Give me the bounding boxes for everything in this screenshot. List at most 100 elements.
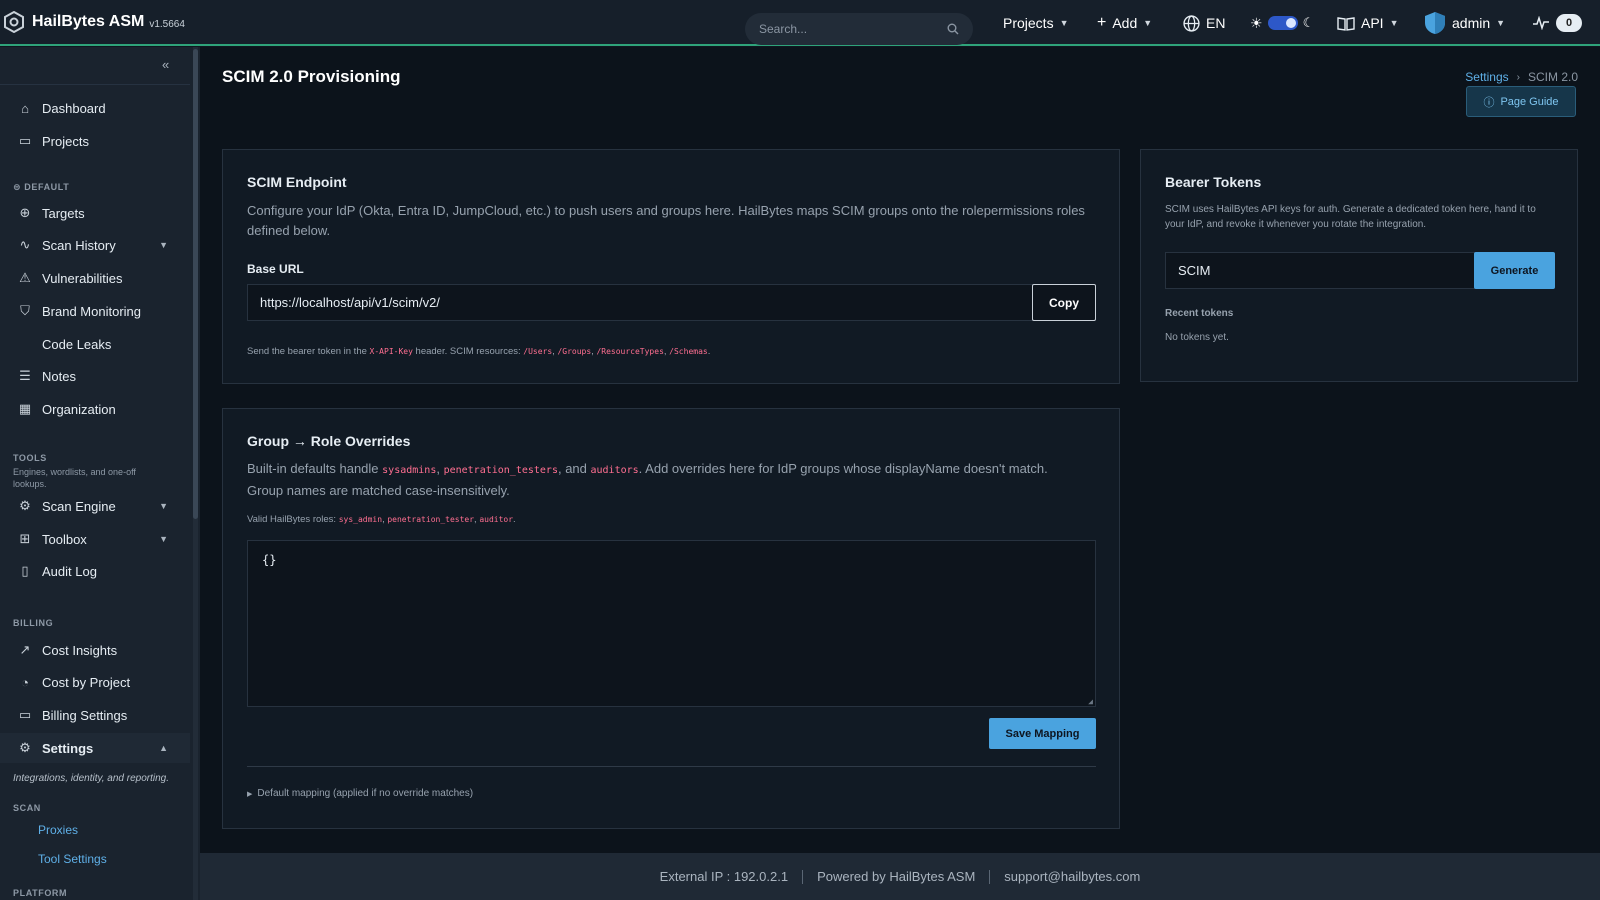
notification-count-badge: 0 bbox=[1556, 14, 1582, 32]
scim-endpoint-card: SCIM Endpoint Configure your IdP (Okta, … bbox=[222, 149, 1120, 384]
sidebar-item-label: Toolbox bbox=[42, 531, 87, 547]
copy-button[interactable]: Copy bbox=[1032, 284, 1096, 321]
activity-notifications[interactable]: 0 bbox=[1532, 0, 1582, 46]
sidebar-item-label: Targets bbox=[42, 205, 85, 221]
bearer-tokens-description: SCIM uses HailBytes API keys for auth. G… bbox=[1165, 204, 1536, 230]
help-header-code: X-API-Key bbox=[369, 347, 413, 356]
search-input[interactable] bbox=[759, 22, 929, 36]
sidebar-item-brand-monitoring[interactable]: ⛉ Brand Monitoring bbox=[0, 296, 190, 326]
sidebar-item-projects[interactable]: ▭ Projects bbox=[0, 126, 190, 156]
resource-code: /Schemas bbox=[669, 347, 708, 356]
generate-token-button[interactable]: Generate bbox=[1474, 252, 1555, 289]
footer: External IP : 192.0.2.1 Powered by HailB… bbox=[200, 853, 1600, 900]
chevron-down-icon: ▼ bbox=[1059, 18, 1069, 28]
chevron-down-icon: ▼ bbox=[159, 240, 168, 250]
moon-icon: ☾ bbox=[1302, 15, 1315, 30]
api-menu-label: API bbox=[1361, 15, 1384, 31]
crosshair-icon: ⊕ bbox=[19, 205, 31, 220]
role-mapping-textarea[interactable]: {} ◢ bbox=[247, 540, 1096, 707]
sidebar-scrollbar-thumb[interactable] bbox=[193, 49, 198, 519]
chevron-right-icon: › bbox=[1516, 71, 1520, 83]
sidebar-item-notes[interactable]: ☰ Notes bbox=[0, 361, 190, 391]
main-content: SCIM 2.0 Provisioning Settings › SCIM 2.… bbox=[200, 47, 1600, 853]
role-overrides-card: Group → Role Overrides Built-in defaults… bbox=[222, 408, 1120, 829]
language-menu[interactable]: EN bbox=[1183, 0, 1225, 46]
theme-toggle[interactable] bbox=[1267, 16, 1298, 30]
sidebar-item-dashboard[interactable]: ⌂ Dashboard bbox=[0, 93, 190, 123]
sidebar-subitem-proxies[interactable]: Proxies bbox=[38, 823, 78, 837]
sidebar-section-default: ⊜ DEFAULT bbox=[13, 182, 69, 193]
resource-code: /Groups bbox=[557, 347, 592, 356]
sidebar-item-scan-history[interactable]: ∿ Scan History ▼ bbox=[0, 230, 190, 260]
activity-icon: ∿ bbox=[19, 237, 31, 252]
breadcrumb-settings-link[interactable]: Settings bbox=[1465, 70, 1508, 84]
page-title: SCIM 2.0 Provisioning bbox=[222, 67, 401, 86]
sidebar-item-toolbox[interactable]: ⊞ Toolbox ▼ bbox=[0, 524, 190, 554]
token-name-input[interactable]: SCIM bbox=[1165, 252, 1475, 289]
building-icon: ▦ bbox=[18, 401, 32, 416]
brand[interactable]: HailBytes ASM v1.5664 bbox=[0, 11, 200, 33]
user-name: admin bbox=[1452, 15, 1491, 31]
endpoint-help-text: Send the bearer token in the X-API-Key h… bbox=[247, 346, 711, 357]
user-menu[interactable]: admin ▼ bbox=[1424, 0, 1505, 46]
chevron-down-icon: ▼ bbox=[159, 534, 168, 544]
recent-tokens-label: Recent tokens bbox=[1165, 308, 1234, 319]
sidebar: « ⌂ Dashboard ▭ Projects ⊜ DEFAULT ⊕ Tar… bbox=[0, 47, 200, 900]
base-url-field[interactable]: https://localhost/api/v1/scim/v2/ bbox=[247, 284, 1033, 321]
desc-part: Built-in defaults handle bbox=[247, 461, 379, 476]
collapse-sidebar-icon[interactable]: « bbox=[162, 57, 169, 72]
resource-code: /Users bbox=[523, 347, 553, 356]
card-icon: ▭ bbox=[18, 707, 32, 722]
globe-icon bbox=[1183, 14, 1200, 32]
card-divider bbox=[247, 766, 1096, 767]
avatar-shield-icon bbox=[1425, 12, 1445, 34]
sidebar-item-label: Organization bbox=[42, 401, 116, 417]
chevron-down-icon: ▼ bbox=[1389, 18, 1399, 28]
chevron-up-icon: ▲ bbox=[159, 743, 168, 753]
api-menu[interactable]: API ▼ bbox=[1337, 0, 1399, 46]
chevron-down-icon: ▼ bbox=[159, 501, 168, 511]
sidebar-item-label: Audit Log bbox=[42, 563, 97, 579]
add-menu[interactable]: + Add ▼ bbox=[1097, 0, 1152, 46]
sidebar-item-label: Code Leaks bbox=[42, 336, 112, 352]
sidebar-item-cost-insights[interactable]: ↗ Cost Insights bbox=[0, 635, 190, 665]
grid-icon: ⊞ bbox=[19, 531, 31, 546]
sidebar-item-cost-by-project[interactable]: ◔ Cost by Project bbox=[0, 667, 190, 697]
bearer-tokens-card: Bearer Tokens SCIM uses HailBytes API ke… bbox=[1140, 149, 1578, 382]
theme-switch[interactable]: ☀ ☾ bbox=[1250, 0, 1314, 46]
breadcrumb-current: SCIM 2.0 bbox=[1527, 70, 1578, 84]
support-email-link[interactable]: support@hailbytes.com bbox=[1004, 869, 1140, 884]
role-overrides-description: Built-in defaults handle sysadmins, pene… bbox=[247, 461, 1048, 498]
app-version: v1.5664 bbox=[149, 18, 185, 30]
projects-menu[interactable]: Projects ▼ bbox=[1003, 0, 1069, 46]
sidebar-item-audit-log[interactable]: ▯ Audit Log bbox=[0, 556, 190, 586]
sidebar-item-label: Dashboard bbox=[42, 100, 106, 116]
search-box[interactable] bbox=[745, 13, 973, 45]
sidebar-item-billing-settings[interactable]: ▭ Billing Settings bbox=[0, 700, 190, 730]
layers-icon: ⊜ bbox=[13, 182, 22, 192]
save-mapping-button[interactable]: Save Mapping bbox=[989, 718, 1096, 749]
powered-by: Powered by HailBytes ASM bbox=[817, 869, 976, 884]
sidebar-item-label: Brand Monitoring bbox=[42, 303, 141, 319]
default-mapping-disclosure[interactable]: ▶ Default mapping (applied if no overrid… bbox=[247, 788, 473, 799]
chevron-down-icon: ▼ bbox=[1496, 18, 1506, 28]
gear-icon: ⚙ bbox=[19, 498, 31, 513]
sidebar-settings-description: Integrations, identity, and reporting. bbox=[13, 773, 170, 784]
sidebar-item-scan-engine[interactable]: ⚙ Scan Engine ▼ bbox=[0, 491, 190, 521]
sidebar-item-label: Billing Settings bbox=[42, 707, 128, 723]
help-text-part: Send the bearer token in the bbox=[247, 346, 367, 357]
footer-separator bbox=[802, 869, 804, 884]
sidebar-item-label: Settings bbox=[42, 740, 94, 756]
sidebar-item-settings[interactable]: ⚙ Settings ▲ bbox=[0, 733, 190, 763]
base-url-value: https://localhost/api/v1/scim/v2/ bbox=[260, 295, 440, 310]
sidebar-subitem-tool-settings[interactable]: Tool Settings bbox=[38, 852, 107, 866]
no-tokens-text: No tokens yet. bbox=[1165, 332, 1229, 343]
sidebar-item-targets[interactable]: ⊕ Targets bbox=[0, 198, 190, 228]
page-guide-button[interactable]: ⓘ Page Guide bbox=[1466, 86, 1576, 117]
chevron-down-icon: ▼ bbox=[1143, 18, 1153, 28]
sidebar-item-vulnerabilities[interactable]: ⚠ Vulnerabilities bbox=[0, 263, 190, 293]
sidebar-item-code-leaks[interactable]: Code Leaks bbox=[0, 329, 190, 359]
sidebar-tools-description: Engines, wordlists, and one-off lookups. bbox=[13, 467, 136, 489]
resize-handle-icon[interactable]: ◢ bbox=[1088, 697, 1093, 706]
sidebar-item-organization[interactable]: ▦ Organization bbox=[0, 394, 190, 424]
